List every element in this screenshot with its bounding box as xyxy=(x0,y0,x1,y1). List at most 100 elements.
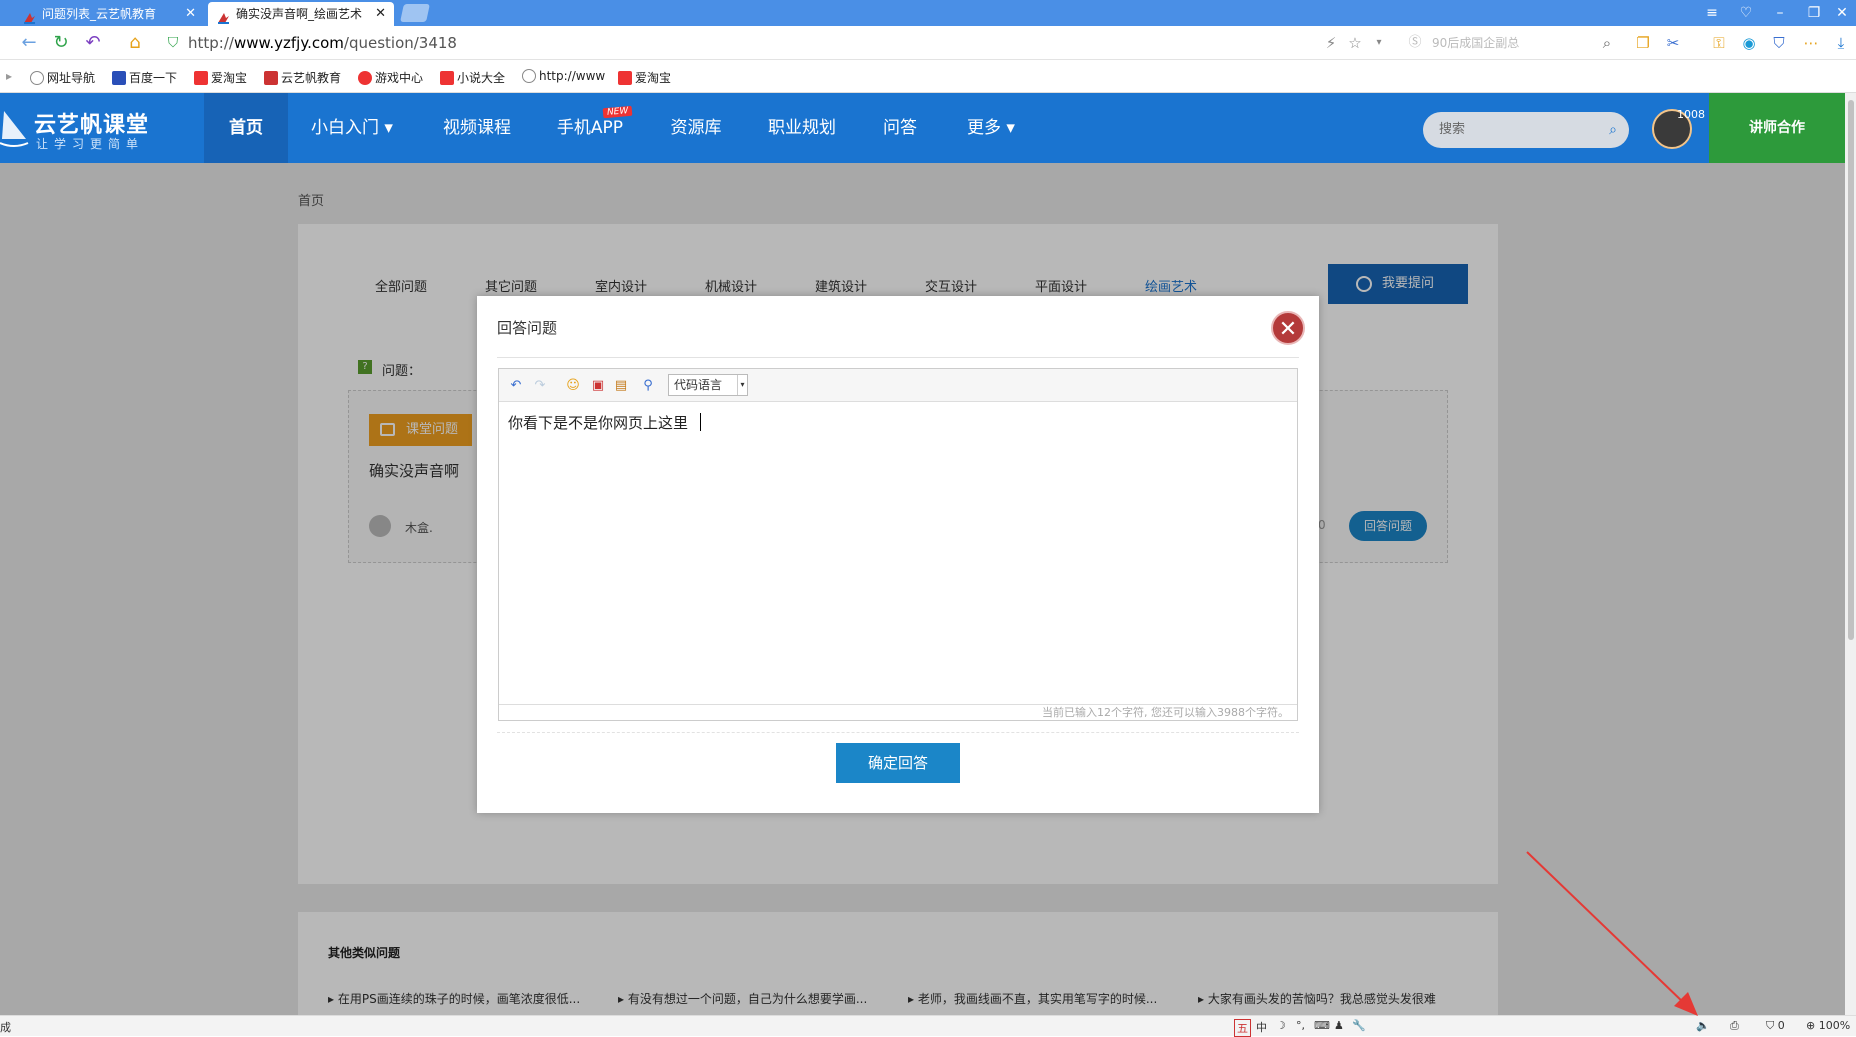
multi-image-icon[interactable]: ▤ xyxy=(613,378,629,394)
bookmark-item[interactable]: http://www xyxy=(522,69,605,83)
game-icon xyxy=(358,71,372,85)
search-engine-icon[interactable]: Ⓢ xyxy=(1406,34,1424,52)
url-path: /question/3418 xyxy=(343,34,457,52)
speaker-icon[interactable]: 🔈 xyxy=(1696,1019,1710,1032)
bookmark-toggle-icon[interactable]: ▸ xyxy=(6,69,12,83)
nav-mobile-app[interactable]: 手机APP xyxy=(548,93,632,163)
undo-close-icon[interactable]: ↶ xyxy=(82,32,104,54)
menu-icon[interactable]: ≡ xyxy=(1698,2,1726,24)
novel-icon xyxy=(440,71,454,85)
shield-icon[interactable]: ⛉ xyxy=(1770,34,1788,52)
favorite-star-icon[interactable]: ☆ xyxy=(1346,34,1364,52)
bookmark-label: 网址导航 xyxy=(47,71,96,85)
user-icon[interactable]: ♟ xyxy=(1334,1019,1344,1032)
punctuation-icon[interactable]: °, xyxy=(1296,1019,1305,1032)
undo-icon[interactable]: ↶ xyxy=(508,378,524,394)
image-icon[interactable]: ▣ xyxy=(590,378,606,394)
site-favicon-icon xyxy=(217,8,230,24)
browser-ext-icon[interactable]: ◉ xyxy=(1740,34,1758,52)
emoji-icon[interactable]: ☺ xyxy=(565,378,581,394)
nav-home[interactable]: 首页 xyxy=(204,93,288,163)
secure-shield-icon: ⛉ xyxy=(167,35,179,51)
bookmark-item[interactable]: 云艺帆教育 xyxy=(264,69,341,86)
taobao-icon xyxy=(194,71,208,85)
bookmark-label: 游戏中心 xyxy=(375,71,424,85)
status-text: 成 xyxy=(0,1021,11,1034)
site-search-input[interactable]: 搜索 ⌕ xyxy=(1423,112,1629,148)
translate-icon[interactable]: ❐ xyxy=(1634,34,1652,52)
new-tab-button[interactable] xyxy=(400,4,430,22)
bookmark-item[interactable]: 爱淘宝 xyxy=(618,69,671,86)
url-scheme: http:// xyxy=(188,34,234,52)
moon-icon[interactable]: ☽ xyxy=(1276,1019,1286,1032)
text-caret xyxy=(700,413,701,431)
refresh-icon[interactable]: ↻ xyxy=(50,32,72,54)
confirm-answer-button[interactable]: 确定回答 xyxy=(836,743,960,783)
adblock-count: 0 xyxy=(1777,1019,1785,1032)
globe-icon xyxy=(522,69,536,83)
chevron-down-icon: ▾ xyxy=(737,375,747,395)
url-field[interactable]: http://www.yzfjy.com/question/3418 xyxy=(188,34,457,52)
restore-icon[interactable]: ❐ xyxy=(1800,2,1828,24)
editor-content[interactable]: 你看下是不是你网页上这里 xyxy=(508,412,688,433)
character-counter: 当前已输入12个字符, 您还可以输入3988个字符。 xyxy=(499,704,1297,720)
download-status-icon[interactable]: ⎙ xyxy=(1730,1019,1739,1033)
modal-divider xyxy=(497,357,1299,358)
site-search-placeholder: 搜索 xyxy=(1439,122,1466,137)
nav-more[interactable]: 更多 ▾ xyxy=(958,93,1024,163)
adblock-icon[interactable]: ⛉ 0 xyxy=(1766,1019,1785,1033)
teacher-partner-button[interactable]: 讲师合作 xyxy=(1709,93,1845,163)
keyboard-icon[interactable]: ⌨ xyxy=(1314,1019,1330,1032)
lightning-icon[interactable]: ⚡ xyxy=(1322,34,1340,52)
code-language-label: 代码语言 xyxy=(674,378,723,392)
zoom-control[interactable]: ⊕ 100% xyxy=(1806,1019,1850,1032)
nav-qa[interactable]: 问答 xyxy=(872,93,928,163)
bookmark-item[interactable]: 百度一下 xyxy=(112,69,177,86)
bookmark-item[interactable]: 小说大全 xyxy=(440,69,505,86)
bookmark-item[interactable]: 游戏中心 xyxy=(358,69,423,86)
back-icon[interactable]: ← xyxy=(18,32,40,54)
tab-question-list[interactable]: 问题列表_云艺帆教育 ✕ xyxy=(14,2,204,26)
tab-close-icon[interactable]: ✕ xyxy=(185,2,196,26)
nav-career[interactable]: 职业规划 xyxy=(760,93,844,163)
nav-video-courses[interactable]: 视频课程 xyxy=(432,93,522,163)
attachment-icon[interactable]: ⚲ xyxy=(640,378,656,394)
bookmark-label: 小说大全 xyxy=(457,71,506,85)
bookmark-item[interactable]: 网址导航 xyxy=(30,69,95,86)
close-window-icon[interactable]: ✕ xyxy=(1828,2,1856,24)
ime-chinese-icon[interactable]: 中 xyxy=(1256,1019,1267,1035)
chevron-down-icon[interactable]: ▾ xyxy=(1370,34,1388,52)
search-icon[interactable]: ⌕ xyxy=(1598,34,1616,52)
close-icon[interactable]: ✕ xyxy=(1271,311,1305,345)
code-language-select[interactable]: 代码语言 ▾ xyxy=(668,374,748,396)
scrollbar-thumb[interactable] xyxy=(1848,100,1854,640)
home-icon[interactable]: ⌂ xyxy=(124,32,146,54)
more-icon[interactable]: ⋯ xyxy=(1802,34,1820,52)
bookmark-item[interactable]: 爱淘宝 xyxy=(194,69,247,86)
tab-current-question[interactable]: 确实没声音啊_绘画艺术 ✕ xyxy=(208,2,394,26)
site-logo[interactable]: 云艺帆课堂 让学习更简单 xyxy=(0,107,160,151)
modal-divider xyxy=(497,732,1299,733)
modal-title: 回答问题 xyxy=(497,319,558,337)
search-icon[interactable]: ⌕ xyxy=(1609,112,1617,148)
bookmark-label: 爱淘宝 xyxy=(211,71,248,85)
wrench-icon[interactable]: 🔧 xyxy=(1352,1019,1366,1032)
key-icon[interactable]: ⚿ xyxy=(1710,34,1728,52)
globe-icon xyxy=(30,71,44,85)
baidu-icon xyxy=(112,71,126,85)
tab-title: 问题列表_云艺帆教育 xyxy=(42,7,157,21)
ime-icon[interactable]: 五 xyxy=(1234,1019,1251,1037)
redo-icon[interactable]: ↷ xyxy=(532,378,548,394)
skin-icon[interactable]: ♡ xyxy=(1732,2,1760,24)
nav-beginner[interactable]: 小白入门 ▾ xyxy=(304,93,400,163)
tab-title: 确实没声音啊_绘画艺术 xyxy=(236,7,363,21)
notification-count: 1008 xyxy=(1677,108,1705,121)
scissors-icon[interactable]: ✂ xyxy=(1664,34,1682,52)
minimize-icon[interactable]: – xyxy=(1766,2,1794,24)
nav-resources[interactable]: 资源库 xyxy=(660,93,732,163)
logo-subtitle: 让学习更简单 xyxy=(36,137,145,151)
bookmark-label: http://www xyxy=(539,69,606,83)
download-icon[interactable]: ⤓ xyxy=(1832,34,1850,52)
tab-close-icon[interactable]: ✕ xyxy=(375,2,386,26)
address-toolbar: ← ↻ ↶ ⌂ ⛉ http://www.yzfjy.com/question/… xyxy=(0,26,1856,60)
